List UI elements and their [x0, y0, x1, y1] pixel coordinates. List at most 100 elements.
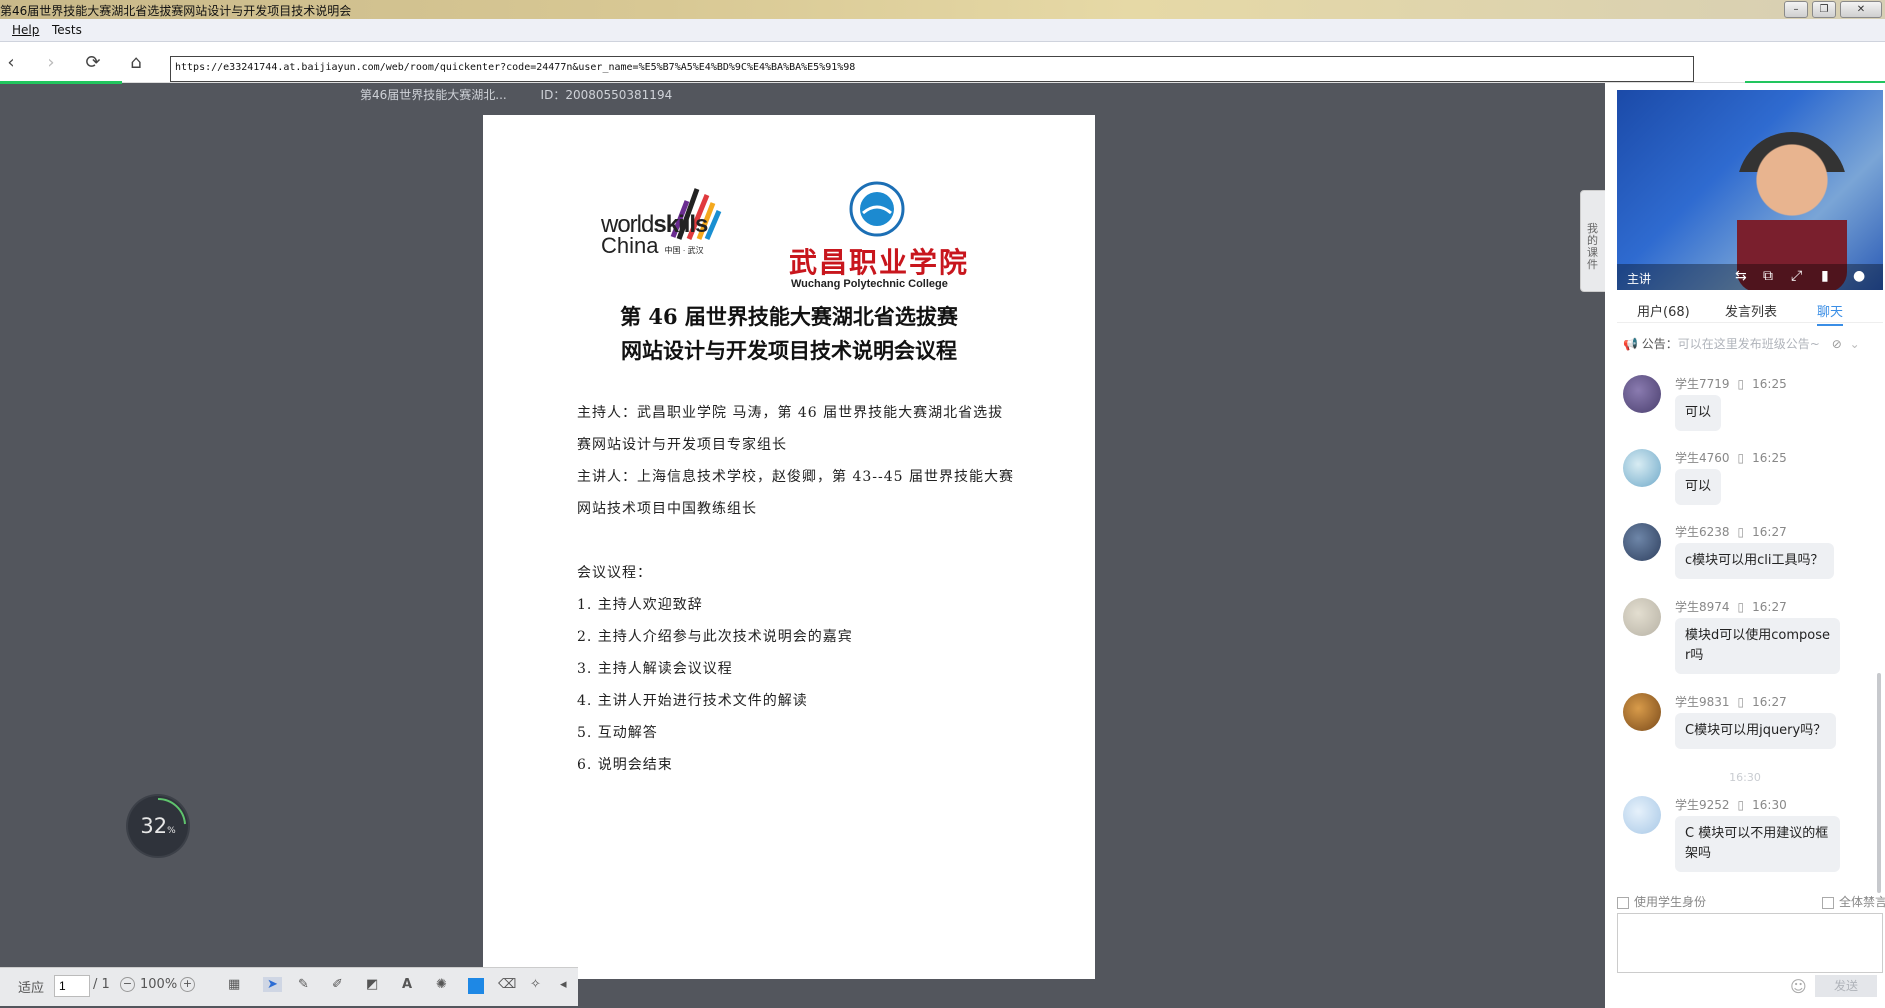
- doc-title-line1: 第 46 届世界技能大赛湖北省选拔赛: [620, 304, 958, 329]
- notice-placeholder: 可以在这里发布班级公告~: [1677, 337, 1820, 351]
- close-button[interactable]: ✕: [1840, 1, 1882, 18]
- time-separator: 16:30: [1729, 771, 1761, 784]
- eraser-icon[interactable]: ⌫: [498, 977, 516, 992]
- menu-bar: Help Tests: [0, 19, 1885, 42]
- navigation-bar: ‹ › ⟳ ⌂ https://e33241744.at.baijiayun.c…: [0, 42, 1885, 83]
- doc-host: 主持人：武昌职业学院 马涛，第 46 届世界技能大赛湖北省选拔赛网站设计与开发项…: [577, 405, 1004, 453]
- use-student-label: 使用学生身份: [1634, 895, 1707, 909]
- ws-china: China: [601, 233, 659, 258]
- mic-icon[interactable]: ●: [1853, 268, 1865, 284]
- progress-unit: %: [167, 826, 176, 836]
- progress-badge: 32%: [128, 796, 188, 856]
- message-user: 学生4760: [1675, 451, 1730, 465]
- notice-bar: 📢 公告：可以在这里发布班级公告~ ⊘ ⌄: [1623, 335, 1860, 352]
- page-total: / 1: [93, 977, 110, 992]
- panel-tabs: 用户(68) 发言列表 聊天: [1617, 298, 1883, 326]
- agenda-item-6: 6. 说明会结束: [577, 757, 673, 773]
- chat-scrollbar[interactable]: [1877, 673, 1881, 893]
- pen-icon[interactable]: ✎: [298, 977, 309, 992]
- mute-all-label: 全体禁言: [1839, 895, 1885, 909]
- worldskills-wordmark: worldskills China 中国 · 武汉: [601, 211, 708, 259]
- phone-icon: ▯: [1737, 798, 1745, 812]
- message-time: 16:27: [1752, 695, 1787, 709]
- notice-label: 公告：: [1641, 337, 1678, 351]
- send-button[interactable]: 发送: [1815, 975, 1877, 997]
- message-text: 可以: [1675, 395, 1722, 431]
- ppt-mode-icon[interactable]: ▦: [228, 977, 240, 992]
- loading-bar: [0, 81, 122, 84]
- swap-icon[interactable]: ⇆: [1735, 268, 1747, 284]
- clear-icon[interactable]: ✧: [530, 977, 541, 992]
- tab-chat[interactable]: 聊天: [1817, 301, 1844, 326]
- checkbox-icon[interactable]: [1822, 896, 1834, 909]
- shape-icon[interactable]: ◩: [366, 977, 378, 992]
- mute-all-option[interactable]: 全体禁言: [1822, 893, 1885, 910]
- minimize-button[interactable]: –: [1784, 1, 1808, 18]
- zoom-out-button[interactable]: −: [120, 977, 135, 992]
- doc-agenda-label: 会议议程：: [577, 565, 652, 581]
- zoom-in-button[interactable]: +: [180, 977, 195, 992]
- collapse-toolbar-icon[interactable]: ◂: [560, 977, 567, 992]
- message-time: 16:27: [1752, 600, 1787, 614]
- message-time: 16:27: [1752, 525, 1787, 539]
- edit-notice-icon[interactable]: ⊘: [1832, 337, 1842, 351]
- tab-speakers[interactable]: 发言列表: [1725, 301, 1777, 320]
- room-id: ID：20080550381194: [540, 88, 673, 102]
- use-student-option[interactable]: 使用学生身份: [1617, 893, 1706, 910]
- document-info: 第46届世界技能大赛湖北... ID：20080550381194: [360, 86, 702, 103]
- laser-icon[interactable]: ✺: [436, 977, 447, 992]
- fit-button[interactable]: 适应: [18, 977, 44, 996]
- back-icon[interactable]: ‹: [0, 52, 22, 74]
- fullscreen-icon[interactable]: ⤢: [1791, 268, 1802, 284]
- courseware-handle[interactable]: 我的课件: [1580, 190, 1606, 292]
- marker-icon[interactable]: ✐: [332, 977, 343, 992]
- message-text: 模块d可以使用composer吗: [1675, 618, 1840, 674]
- window-title: 第46届世界技能大赛湖北省选拔赛网站设计与开发项目技术说明会: [0, 4, 352, 18]
- message-time: 16:30: [1752, 798, 1787, 812]
- avatar: [1623, 598, 1661, 636]
- document-name: 第46届世界技能大赛湖北...: [360, 88, 507, 102]
- avatar: [1623, 693, 1661, 731]
- doc-title-line2: 网站设计与开发项目技术说明会议程: [621, 338, 957, 363]
- address-bar[interactable]: https://e33241744.at.baijiayun.com/web/r…: [170, 56, 1694, 82]
- checkbox-icon[interactable]: [1617, 896, 1629, 909]
- message-user: 学生9252: [1675, 798, 1730, 812]
- menu-help[interactable]: Help: [12, 23, 39, 37]
- window-titlebar: 第46届世界技能大赛湖北省选拔赛网站设计与开发项目技术说明会 – ❐ ✕: [0, 0, 1885, 19]
- refresh-icon[interactable]: ⟳: [82, 52, 104, 74]
- ws-city: 中国 · 武汉: [664, 246, 704, 255]
- restore-button[interactable]: ❐: [1812, 1, 1836, 18]
- color-swatch-icon[interactable]: [468, 978, 484, 994]
- progress-value: 32: [140, 814, 168, 838]
- forward-icon[interactable]: ›: [40, 52, 62, 74]
- text-icon[interactable]: A: [402, 977, 412, 992]
- message-user: 学生8974: [1675, 600, 1730, 614]
- menu-tests[interactable]: Tests: [52, 23, 82, 37]
- home-icon[interactable]: ⌂: [125, 52, 147, 74]
- video-role-label: 主讲: [1627, 272, 1652, 286]
- agenda-item-5: 5. 互动解答: [577, 725, 658, 741]
- chat-input[interactable]: [1617, 913, 1883, 973]
- agenda-item-2: 2. 主持人介绍参与此次技术说明会的嘉宾: [577, 629, 853, 645]
- phone-icon: ▯: [1737, 377, 1745, 391]
- avatar: [1623, 449, 1661, 487]
- avatar: [1623, 523, 1661, 561]
- tab-users[interactable]: 用户(68): [1637, 301, 1690, 320]
- expand-notice-icon[interactable]: ⌄: [1850, 337, 1860, 351]
- emoji-icon[interactable]: ☺: [1790, 977, 1807, 996]
- popout-icon[interactable]: ⧉: [1763, 268, 1773, 284]
- phone-icon: ▯: [1737, 451, 1745, 465]
- page-input[interactable]: [54, 975, 90, 997]
- message-text: c模块可以用cli工具吗？: [1675, 543, 1834, 579]
- courseware-handle-label: 我的课件: [1587, 222, 1598, 271]
- megaphone-icon: 📢: [1623, 337, 1638, 351]
- pointer-icon[interactable]: ➤: [263, 977, 282, 992]
- right-panel: 主讲 ⇆ ⧉ ⤢ ▮ ● 用户(68) 发言列表 聊天 📢 公告：可以在这里发布…: [1605, 83, 1885, 1008]
- phone-icon: ▯: [1737, 600, 1745, 614]
- message-text: 可以: [1675, 469, 1722, 505]
- url-text: https://e33241744.at.baijiayun.com/web/r…: [175, 62, 856, 73]
- phone-icon: ▯: [1737, 525, 1745, 539]
- bottom-toolbar: 适应 / 1 − 100% + ▦ ➤ ✎ ✐ ◩ A ✺ ⌫ ✧ ◂: [0, 967, 578, 1006]
- teacher-video: 主讲 ⇆ ⧉ ⤢ ▮ ●: [1617, 90, 1883, 290]
- doc-speaker: 主讲人：上海信息技术学校，赵俊卿，第 43--45 届世界技能大赛网站技术项目中…: [577, 469, 1014, 517]
